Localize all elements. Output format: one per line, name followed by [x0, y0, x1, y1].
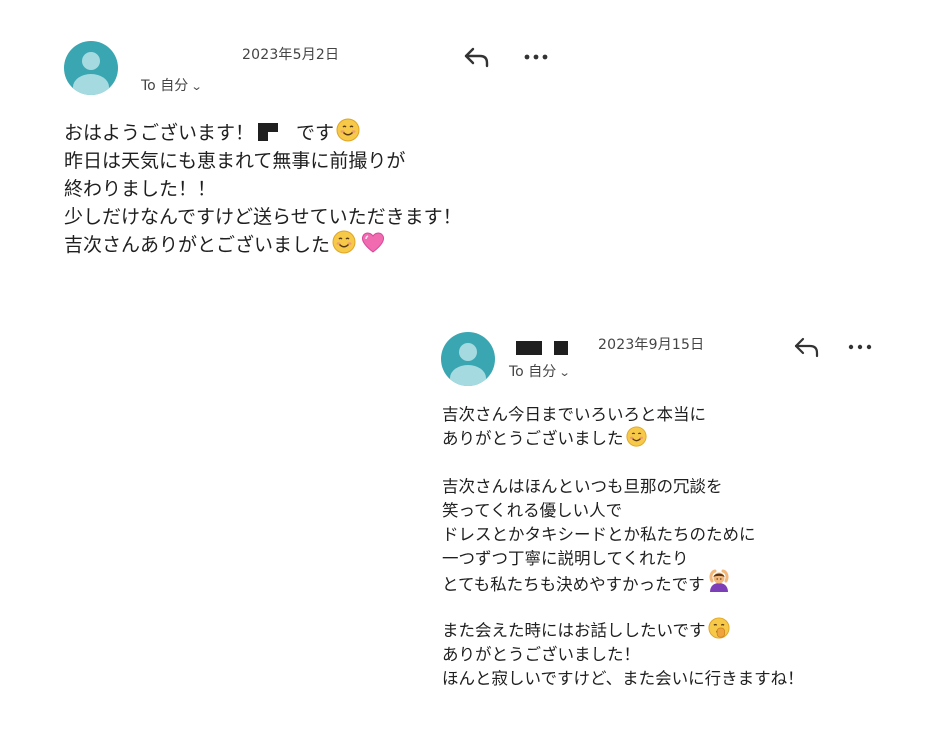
reply-button[interactable]	[792, 335, 822, 359]
message-line: ありがとうございました！	[442, 645, 640, 664]
shushing-face-emoji-icon	[707, 617, 730, 639]
recipient-dropdown[interactable]: To 自分 ⌄	[141, 75, 203, 95]
message-line: ドレスとかタキシードとか私たちのために	[442, 525, 756, 544]
message-line: 少しだけなんですけど送らせていただきます！	[64, 206, 462, 228]
message-line: 吉次さんありがとございました	[64, 230, 386, 257]
message-line: 笑ってくれる優しい人で	[442, 501, 623, 520]
email-date: 2023年5月2日	[242, 47, 340, 63]
avatar-body-glyph	[73, 74, 109, 95]
more-options-button[interactable]	[522, 45, 552, 69]
recipient-label: To 自分	[141, 78, 189, 94]
smile-emoji-icon	[336, 118, 360, 142]
message-line: 一つずつ丁寧に説明してくれたり	[442, 549, 689, 568]
more-icon	[848, 344, 872, 350]
message-line: 吉次さん今日までいろいろと本当に	[442, 405, 706, 424]
avatar-head-glyph	[82, 52, 100, 70]
avatar-body-glyph	[450, 365, 486, 386]
message-line: ありがとうございました	[442, 425, 647, 449]
pink-heart-emoji-icon	[361, 232, 385, 253]
redacted-sender-name	[554, 341, 568, 355]
reply-icon	[464, 47, 489, 68]
message-line: 昨日は天気にも恵まれて無事に前撮りが	[64, 150, 406, 172]
redacted-sender-name	[516, 341, 542, 355]
sender-avatar[interactable]	[441, 332, 495, 386]
more-icon	[524, 54, 548, 60]
message-line: 吉次さんはほんといつも旦那の冗談を	[442, 477, 723, 496]
chevron-down-icon: ⌄	[190, 80, 203, 93]
email-message-2: 2023年9月15日 To 自分 ⌄ 吉次さん今日までいろいろと本当に ありがとう…	[430, 315, 930, 715]
person-bowing-emoji-icon	[709, 569, 729, 592]
email-message-1: 2023年5月2日 To 自分 ⌄ おはようございます！ です 昨日は天気にも恵まれ…	[0, 0, 600, 280]
message-line: ほんと寂しいですけど、また会いに行きますね！	[442, 669, 804, 688]
reply-button[interactable]	[462, 45, 492, 69]
email-date: 2023年9月15日	[598, 337, 705, 353]
smile-emoji-icon	[332, 230, 356, 254]
reply-icon	[794, 337, 819, 358]
message-line: とても私たちも決めやすかったです	[442, 569, 731, 595]
smile-emoji-icon	[625, 426, 647, 447]
message-line: また会えた時にはお話ししたいです	[442, 617, 730, 641]
recipient-label: To 自分	[509, 364, 557, 380]
more-options-button[interactable]	[846, 335, 876, 359]
avatar-head-glyph	[459, 343, 477, 361]
message-line: おはようございます！ です	[64, 118, 360, 145]
sender-avatar[interactable]	[64, 41, 118, 95]
message-line: 終わりました！！	[64, 178, 217, 200]
redacted-name-block	[258, 123, 279, 141]
chevron-down-icon: ⌄	[558, 366, 571, 379]
recipient-dropdown[interactable]: To 自分 ⌄	[509, 361, 571, 381]
